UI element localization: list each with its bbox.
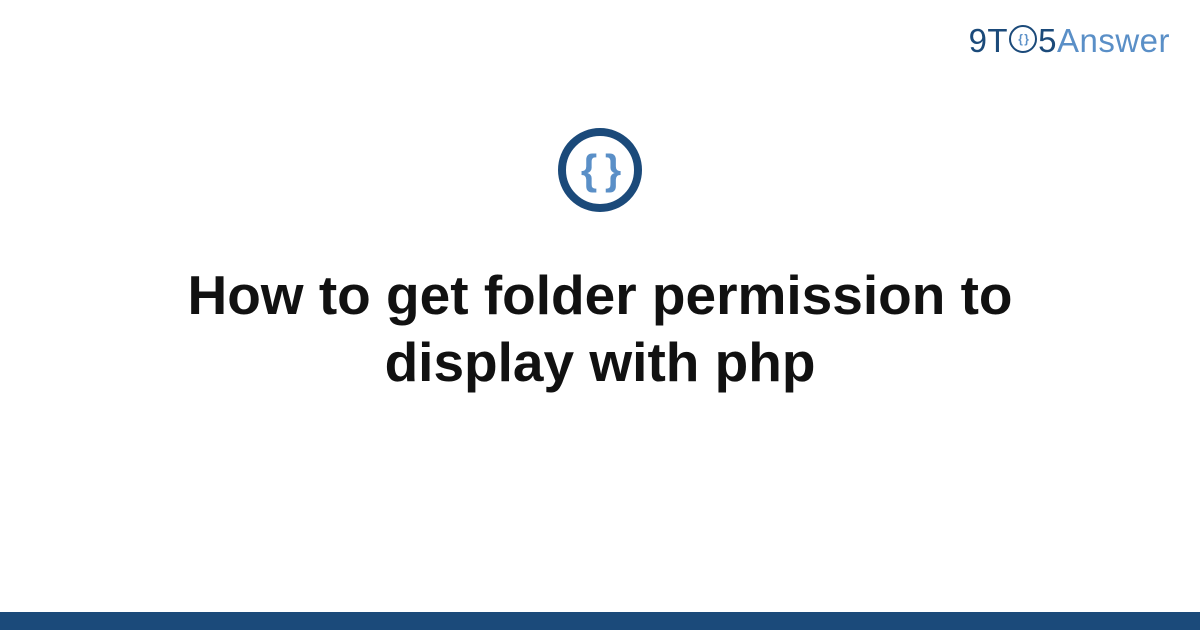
logo-circle-icon: { } xyxy=(1009,25,1037,53)
logo-text-9t: 9T xyxy=(969,22,1009,60)
main-content: { } How to get folder permission to disp… xyxy=(0,128,1200,396)
code-braces-icon: { } xyxy=(558,128,642,212)
logo-text-answer: Answer xyxy=(1057,22,1170,60)
logo-circle-braces: { } xyxy=(1018,32,1028,46)
footer-accent-bar xyxy=(0,612,1200,630)
site-logo: 9T { } 5 Answer xyxy=(969,22,1170,60)
page-title: How to get folder permission to display … xyxy=(100,262,1100,396)
braces-glyph: { } xyxy=(581,146,619,194)
logo-text-5: 5 xyxy=(1038,22,1057,60)
